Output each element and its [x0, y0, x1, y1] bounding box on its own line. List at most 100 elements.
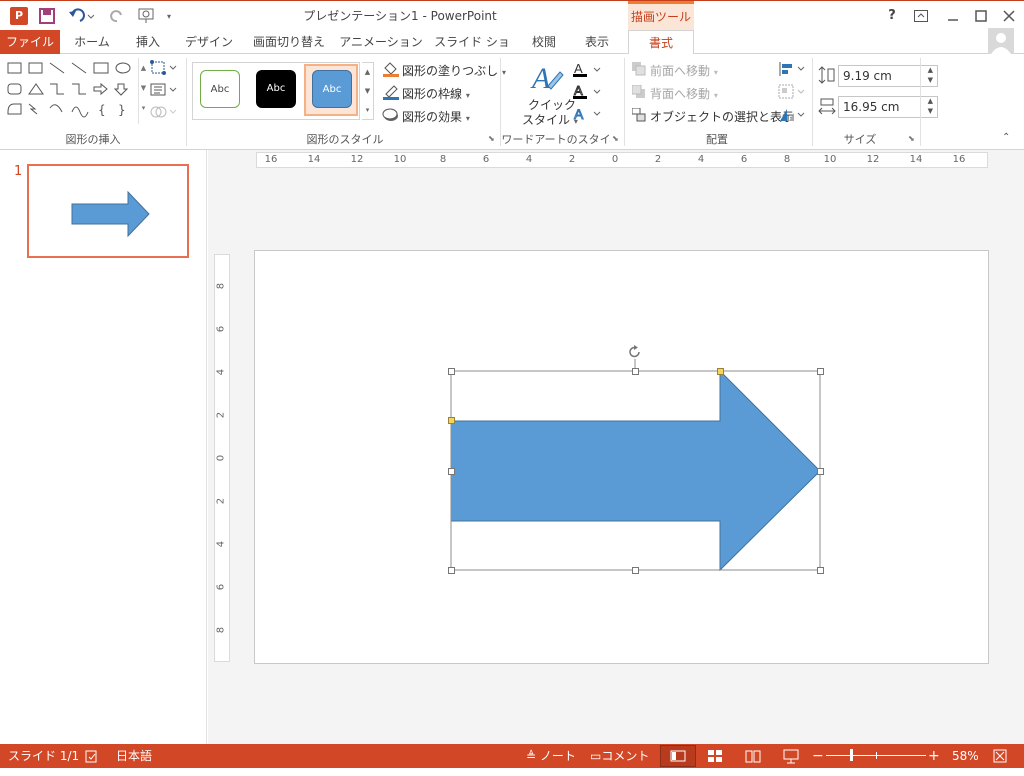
notes-icon: ≜	[526, 749, 537, 763]
slide-canvas[interactable]	[254, 250, 989, 664]
svg-text:{: {	[98, 103, 106, 117]
wordart-launcher-icon[interactable]: ⬊	[612, 134, 619, 143]
ruler-tick-label: 6	[215, 325, 227, 333]
resize-handle-top[interactable]	[632, 368, 639, 375]
resize-handle-top-left[interactable]	[448, 368, 455, 375]
tab-transitions[interactable]: 画面切り替え	[246, 30, 332, 54]
ruler-tick-label: 2	[568, 154, 576, 165]
customize-qat-icon[interactable]: ▾	[162, 1, 176, 31]
start-from-beginning-icon[interactable]	[136, 1, 158, 31]
slide-number: 1	[14, 164, 23, 179]
redo-icon[interactable]	[106, 1, 128, 31]
resize-handle-bottom-right[interactable]	[817, 567, 824, 574]
shape-style-blue[interactable]: Abc	[312, 70, 352, 108]
fit-to-window-icon[interactable]	[992, 744, 1008, 768]
tab-home[interactable]: ホーム	[64, 30, 120, 54]
comments-button[interactable]: ▭コメント	[590, 744, 649, 768]
normal-view-button[interactable]	[660, 745, 696, 767]
style-sample-text: Abc	[210, 84, 230, 95]
shape-effects-button[interactable]: 図形の効果 ▾	[402, 108, 470, 125]
tab-review[interactable]: 校閲	[522, 30, 566, 54]
tab-slideshow[interactable]: スライド ショー	[430, 30, 514, 73]
slideshow-icon[interactable]	[782, 744, 800, 768]
adjust-handle-head[interactable]	[717, 368, 724, 375]
ruler-tick-label: 12	[350, 154, 364, 165]
comments-label: コメント	[601, 749, 650, 763]
shape-width-input[interactable]: 16.95 cm ▲ ▼	[838, 96, 938, 118]
help-button[interactable]: ?	[884, 1, 900, 31]
maximize-icon[interactable]	[968, 1, 994, 31]
zoom-slider[interactable]	[826, 749, 926, 761]
comment-icon: ▭	[590, 749, 602, 763]
edit-shape-icon[interactable]	[150, 60, 178, 76]
align-icon[interactable]	[778, 61, 806, 77]
tab-design[interactable]: デザイン	[178, 30, 240, 54]
shape-height-input[interactable]: 9.19 cm ▲ ▼	[838, 65, 938, 87]
tab-file[interactable]: ファイル	[0, 30, 60, 54]
tab-view[interactable]: 表示	[574, 30, 620, 54]
size-launcher-icon[interactable]: ⬊	[908, 134, 915, 143]
text-outline-icon[interactable]: A	[572, 83, 602, 100]
group-label-shape-styles: 図形のスタイル	[306, 133, 384, 146]
close-icon[interactable]	[996, 1, 1022, 31]
notes-label: ノート	[539, 749, 576, 763]
shape-fill-button[interactable]: 図形の塗りつぶし ▾	[402, 62, 506, 79]
spelling-check-icon[interactable]	[84, 744, 100, 768]
shapes-gallery[interactable]: {}	[6, 60, 138, 122]
slide-thumbnail[interactable]	[27, 164, 189, 258]
ruler-tick-label: 8	[783, 154, 791, 165]
arrow-shape[interactable]	[450, 369, 821, 572]
user-avatar[interactable]	[988, 28, 1014, 54]
shape-effects-label: 図形の効果	[402, 110, 463, 124]
slide-sorter-icon[interactable]	[706, 744, 724, 768]
selection-pane-button[interactable]: オブジェクトの選択と表示	[650, 108, 794, 125]
bring-forward-button[interactable]: 前面へ移動 ▾	[650, 62, 718, 79]
language-indicator[interactable]: 日本語	[116, 744, 152, 768]
rotate-icon[interactable]	[778, 107, 806, 123]
save-icon[interactable]	[36, 1, 58, 31]
reading-view-icon[interactable]	[744, 744, 762, 768]
resize-handle-top-right[interactable]	[817, 368, 824, 375]
ruler-tick-label: 4	[215, 368, 227, 376]
zoom-out-button[interactable]: −	[812, 744, 824, 768]
text-effects-icon[interactable]: A	[572, 106, 602, 123]
resize-handle-bottom-left[interactable]	[448, 567, 455, 574]
zoom-in-button[interactable]: +	[928, 744, 940, 768]
width-spinner-icon[interactable]: ▲ ▼	[928, 96, 933, 116]
tab-insert[interactable]: 挿入	[124, 30, 172, 54]
ruler-tick-label: 4	[697, 154, 705, 165]
tab-animations[interactable]: アニメーション	[338, 30, 424, 54]
shape-width-icon	[818, 97, 836, 115]
ruler-tick-label: 8	[215, 626, 227, 634]
text-box-icon[interactable]	[150, 82, 178, 98]
resize-handle-right[interactable]	[817, 468, 824, 475]
drawing-tools-context-label: 描画ツール	[628, 1, 694, 31]
rotate-handle-icon[interactable]	[628, 345, 642, 359]
quick-styles-button[interactable]: スタイル ▾	[522, 111, 578, 128]
zoom-level[interactable]: 58%	[952, 744, 979, 768]
shapes-gallery-scroll[interactable]: ▲ ▼ ▾	[138, 58, 148, 124]
svg-text:A: A	[574, 62, 583, 76]
ribbon-display-options-icon[interactable]	[908, 1, 934, 31]
resize-handle-bottom[interactable]	[632, 567, 639, 574]
zoom-slider-thumb[interactable]	[850, 749, 853, 761]
group-label-arrange: 配置	[706, 133, 728, 146]
undo-icon[interactable]	[66, 1, 96, 31]
adjust-handle-shaft[interactable]	[448, 417, 455, 424]
shape-outline-button[interactable]: 図形の枠線 ▾	[402, 85, 470, 102]
collapse-ribbon-icon[interactable]: ⌃	[1002, 132, 1010, 143]
shape-style-outline[interactable]: Abc	[200, 70, 240, 108]
send-backward-button[interactable]: 背面へ移動 ▾	[650, 85, 718, 102]
vertical-ruler: 8 6 4 2 0 2 4 6 8	[214, 254, 230, 662]
shape-styles-scroll[interactable]: ▲ ▼ ▾	[362, 62, 374, 120]
text-fill-icon[interactable]: A	[572, 61, 602, 78]
resize-handle-left[interactable]	[448, 468, 455, 475]
shape-styles-launcher-icon[interactable]: ⬊	[488, 134, 495, 143]
group-divider	[186, 58, 187, 146]
minimize-icon[interactable]	[940, 1, 966, 31]
notes-button[interactable]: ≜ ノート	[526, 744, 576, 768]
shape-style-dark[interactable]: Abc	[256, 70, 296, 108]
height-spinner-icon[interactable]: ▲ ▼	[928, 65, 933, 85]
group-label-size: サイズ	[843, 133, 877, 146]
tab-format[interactable]: 書式	[628, 30, 694, 55]
